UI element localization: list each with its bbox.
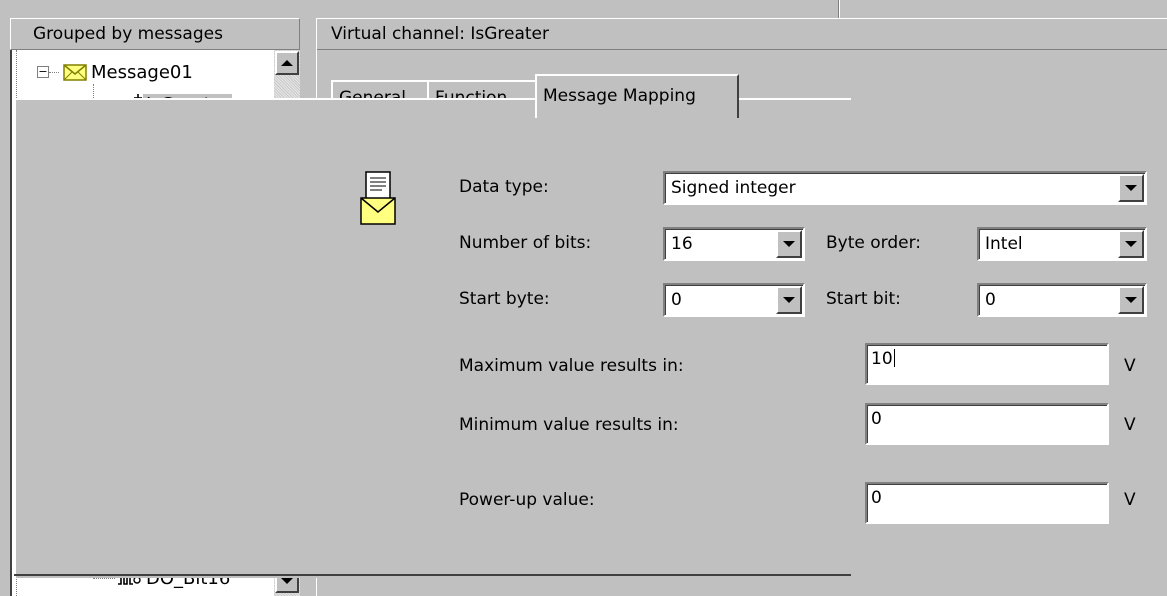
text-caret (893, 349, 895, 367)
min-value-label: Minimum value results in: (459, 415, 679, 435)
start-byte-label: Start byte: (459, 289, 550, 309)
max-value-text: 10 (871, 349, 895, 369)
byte-order-value: Intel (985, 234, 1023, 254)
start-bit-value: 0 (985, 290, 996, 310)
min-value-unit: V (1124, 415, 1136, 435)
message-mapping-icon (360, 171, 396, 225)
tab-page-message-mapping (14, 98, 851, 578)
max-value-label: Maximum value results in: (459, 356, 684, 376)
dropdown-button[interactable] (776, 286, 802, 314)
arrow-up-icon (281, 60, 293, 66)
start-bit-label: Start bit: (826, 289, 901, 309)
max-value-unit: V (1124, 356, 1136, 376)
min-value-value: 0 (871, 409, 882, 429)
min-value-input[interactable]: 0 (865, 403, 1109, 445)
number-of-bits-select[interactable]: 16 (663, 227, 805, 261)
power-up-label: Power-up value: (459, 490, 595, 510)
max-value-value: 10 (871, 349, 893, 369)
max-value-input[interactable]: 10 (865, 343, 1109, 385)
tree-node-message01[interactable]: Message01 (62, 56, 196, 88)
toolbar-separator (838, 0, 840, 18)
power-up-value: 0 (871, 488, 882, 508)
panel-title: Virtual channel: IsGreater (317, 18, 1167, 50)
chevron-down-icon (783, 297, 795, 303)
byte-order-label: Byte order: (826, 233, 922, 253)
collapse-toggle[interactable]: − (37, 66, 49, 78)
envelope-icon (63, 64, 87, 81)
start-bit-select[interactable]: 0 (977, 283, 1147, 317)
dropdown-button[interactable] (776, 230, 802, 258)
data-type-select[interactable]: Signed integer (663, 171, 1147, 205)
tree-node-label: Message01 (91, 61, 193, 83)
chevron-down-icon (1125, 297, 1137, 303)
arrow-down-icon (281, 578, 293, 584)
dropdown-button[interactable] (1118, 230, 1144, 258)
start-byte-value: 0 (671, 290, 682, 310)
tree-connector (49, 72, 59, 73)
scroll-up-button[interactable] (275, 51, 299, 75)
tab-label: Message Mapping (543, 86, 696, 106)
tab-page-border (14, 574, 851, 576)
tree-header-label: Grouped by messages (33, 24, 223, 44)
dropdown-button[interactable] (1118, 286, 1144, 314)
data-type-value: Signed integer (671, 178, 796, 198)
number-of-bits-value: 16 (671, 234, 693, 254)
dropdown-button[interactable] (1118, 174, 1144, 202)
byte-order-select[interactable]: Intel (977, 227, 1147, 261)
power-up-input[interactable]: 0 (865, 482, 1109, 524)
start-byte-select[interactable]: 0 (663, 283, 805, 317)
chevron-down-icon (783, 241, 795, 247)
chevron-down-icon (1125, 185, 1137, 191)
chevron-down-icon (1125, 241, 1137, 247)
tree-header[interactable]: Grouped by messages (10, 18, 300, 50)
panel-title-label: Virtual channel: IsGreater (331, 24, 550, 44)
power-up-unit: V (1124, 490, 1136, 510)
tab-message-mapping[interactable]: Message Mapping (535, 74, 739, 118)
number-of-bits-label: Number of bits: (459, 233, 592, 253)
data-type-label: Data type: (459, 177, 549, 197)
